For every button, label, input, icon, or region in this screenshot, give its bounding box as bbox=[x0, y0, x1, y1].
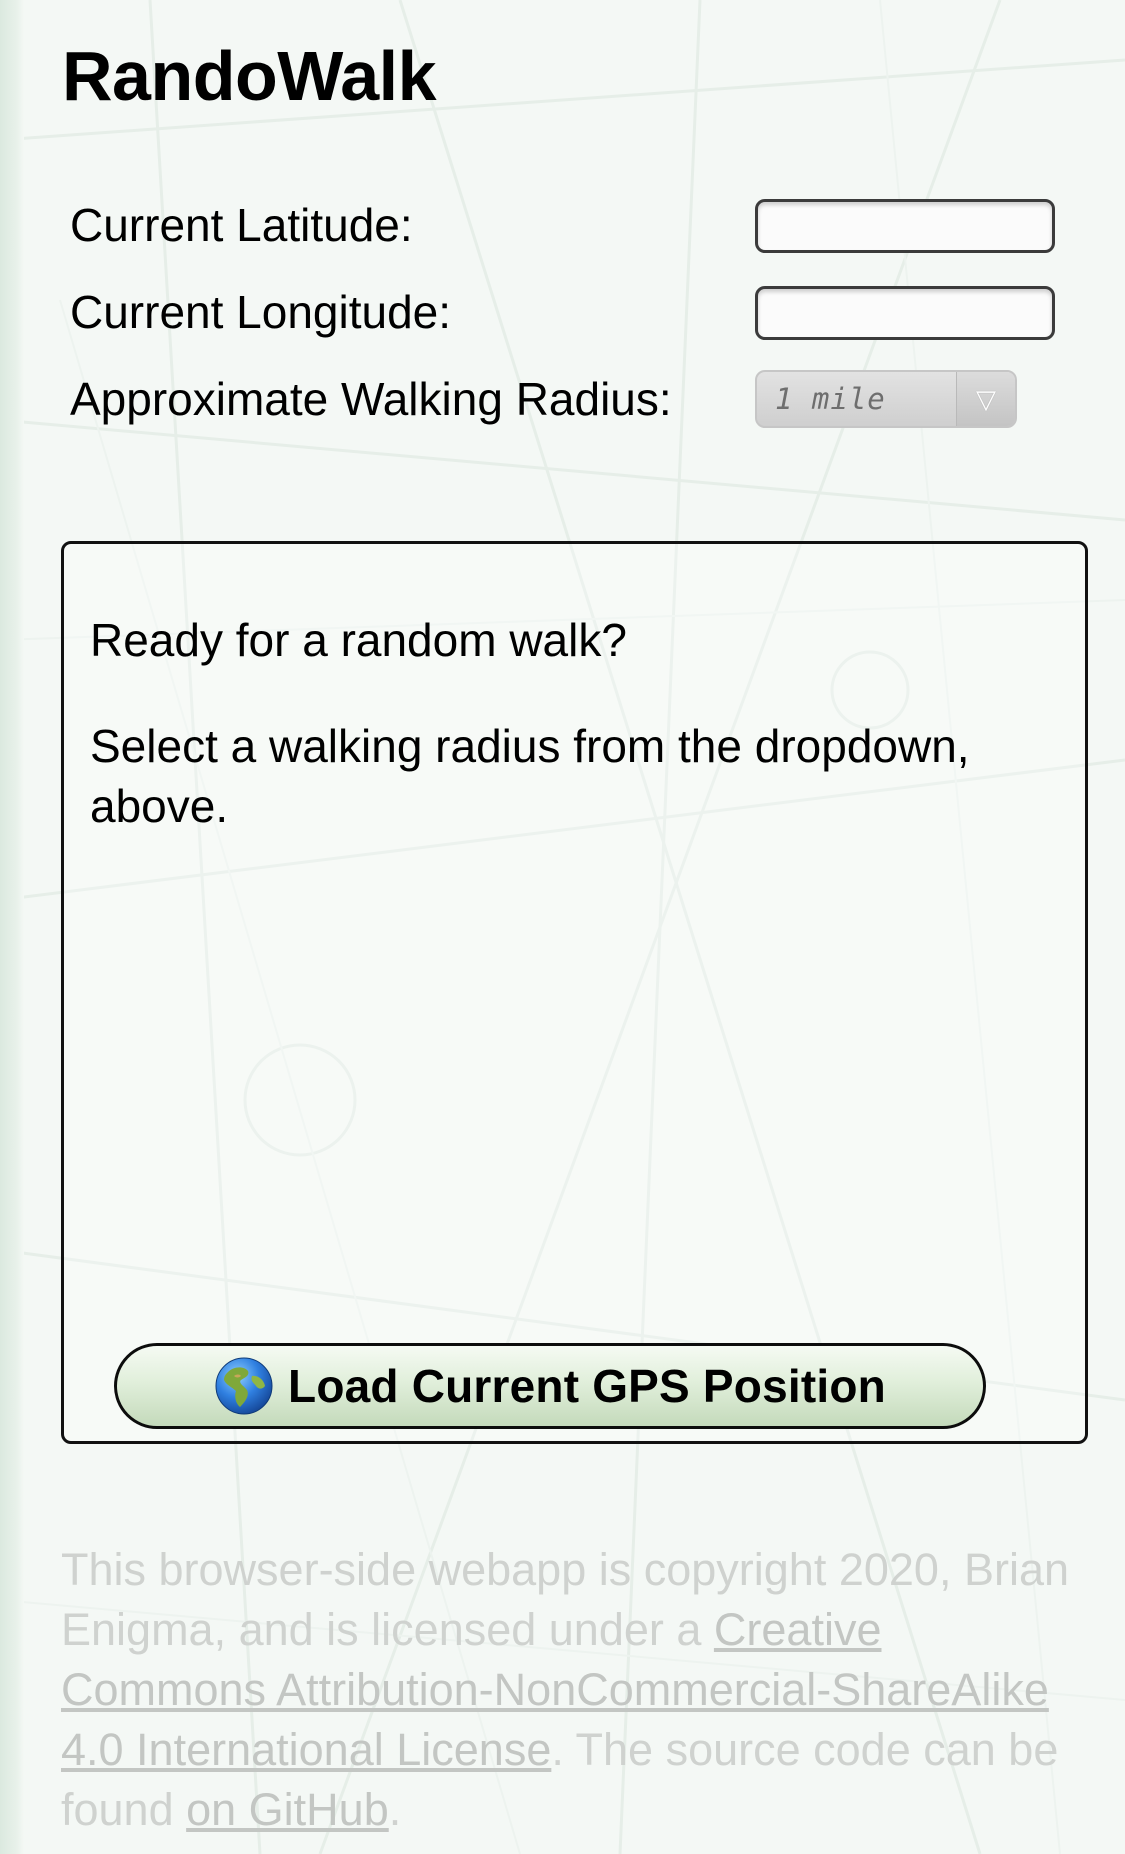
footer-line-3: Commons Attribution-NonCommercial-ShareA… bbox=[61, 1660, 1125, 1720]
creative-commons-link[interactable]: Creative bbox=[714, 1604, 882, 1655]
status-message-instructions: Select a walking radius from the dropdow… bbox=[90, 720, 970, 832]
license-footer: This browser-side webapp is copyright 20… bbox=[61, 1540, 1125, 1840]
walking-radius-label: Approximate Walking Radius: bbox=[70, 373, 672, 425]
app-page: RandoWalk Current Latitude: Current Long… bbox=[0, 0, 1125, 1854]
walking-radius-select[interactable]: 1 mile ▽ bbox=[755, 370, 1017, 428]
latitude-label: Current Latitude: bbox=[70, 199, 413, 251]
footer-text: Enigma, and is licensed under a bbox=[61, 1604, 714, 1655]
globe-icon bbox=[215, 1357, 273, 1415]
status-message-title: Ready for a random walk? bbox=[90, 614, 627, 666]
load-gps-position-button[interactable]: Load Current GPS Position bbox=[114, 1343, 986, 1429]
chevron-down-icon: ▽ bbox=[956, 372, 1015, 426]
status-message-box: Ready for a random walk? Select a walkin… bbox=[61, 541, 1088, 1444]
footer-line-5: found on GitHub. bbox=[61, 1780, 1125, 1840]
footer-line-4: 4.0 International License. The source co… bbox=[61, 1720, 1125, 1780]
footer-line-2: Enigma, and is licensed under a Creative bbox=[61, 1600, 1125, 1660]
latitude-input[interactable] bbox=[755, 199, 1055, 253]
app-title: RandoWalk bbox=[62, 37, 437, 115]
github-link[interactable]: on GitHub bbox=[186, 1784, 389, 1835]
creative-commons-link[interactable]: 4.0 International License bbox=[61, 1724, 551, 1775]
creative-commons-link[interactable]: Commons Attribution-NonCommercial-ShareA… bbox=[61, 1664, 1049, 1715]
footer-text: found bbox=[61, 1784, 187, 1835]
footer-text: This browser-side webapp is copyright 20… bbox=[61, 1544, 1069, 1595]
footer-text: . bbox=[388, 1784, 402, 1835]
longitude-input[interactable] bbox=[755, 286, 1055, 340]
footer-line-1: This browser-side webapp is copyright 20… bbox=[61, 1540, 1125, 1600]
longitude-label: Current Longitude: bbox=[70, 286, 452, 338]
walking-radius-value: 1 mile bbox=[775, 382, 886, 416]
footer-text: . The source code can be bbox=[551, 1724, 1059, 1775]
load-gps-position-label: Load Current GPS Position bbox=[288, 1360, 886, 1412]
